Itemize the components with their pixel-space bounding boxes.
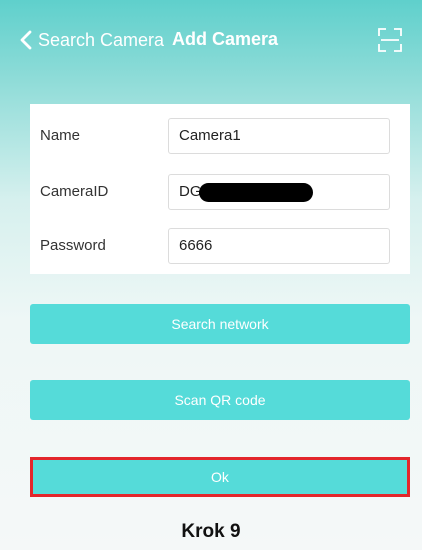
name-label: Name <box>40 127 81 144</box>
password-label: Password <box>40 237 106 254</box>
scan-qr-code-button[interactable]: Scan QR code <box>30 380 410 420</box>
step-caption: Krok 9 <box>181 521 241 542</box>
app-screen: Search Camera Add Camera Name Camera1 Ca… <box>0 0 422 550</box>
redaction-mark <box>199 183 313 202</box>
scan-frame-icon[interactable] <box>377 27 403 53</box>
camera-form: Name Camera1 CameraID DG Password 6666 <box>30 104 410 274</box>
back-button[interactable]: Search Camera <box>20 26 164 54</box>
back-label: Search Camera <box>38 29 165 50</box>
camera-id-field[interactable]: DG <box>168 174 390 210</box>
navigation-bar: Search Camera Add Camera <box>0 0 422 82</box>
page-title: Add Camera <box>172 29 279 49</box>
password-row: Password 6666 <box>30 228 410 264</box>
name-field[interactable]: Camera1 <box>168 118 390 154</box>
name-row: Name Camera1 <box>30 118 410 154</box>
ok-highlight-frame <box>30 457 410 497</box>
password-field[interactable]: 6666 <box>168 228 390 264</box>
camera-id-row: CameraID DG <box>30 174 410 210</box>
chevron-left-icon <box>20 30 32 50</box>
search-network-button[interactable]: Search network <box>30 304 410 344</box>
camera-id-label: CameraID <box>40 183 109 200</box>
